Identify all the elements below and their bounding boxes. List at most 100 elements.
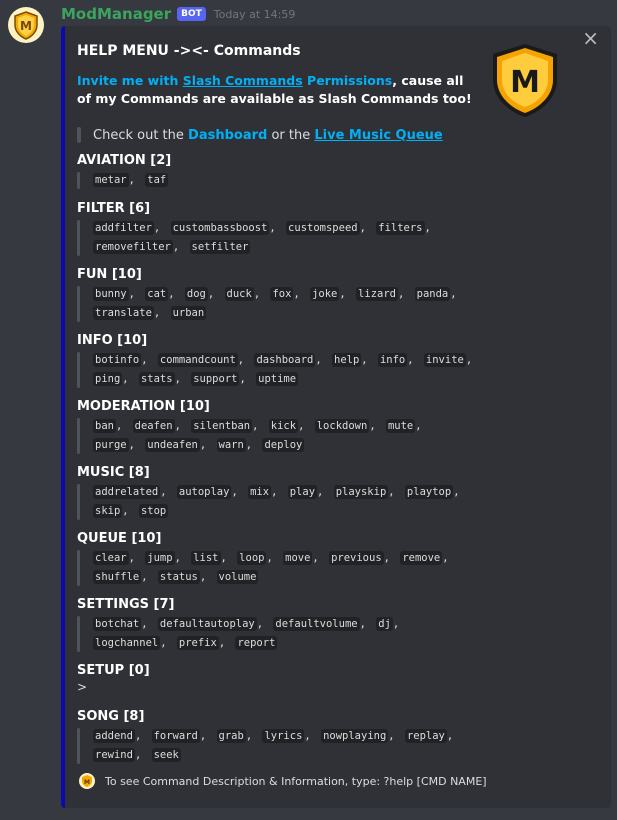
command-section: FUN [10] bunny, cat, dog, duck, fox, joke… (77, 267, 477, 323)
command-code: botchat (93, 617, 142, 631)
command-section: FILTER [6] addfilter, custombassboost, cu… (77, 201, 477, 257)
command-section: MODERATION [10] ban, deafen, silentban, k… (77, 399, 477, 455)
empty-section-text: > (77, 680, 88, 694)
command-list: addfilter, custombassboost, customspeed,… (77, 219, 477, 257)
quote-bar (77, 550, 80, 586)
command-code: uptime (256, 372, 299, 386)
embed-thumbnail: M (485, 40, 565, 120)
command-code: shuffle (93, 570, 142, 584)
quote-bar (77, 220, 80, 256)
svg-text:M: M (84, 779, 90, 786)
command-code: playtop (404, 485, 454, 499)
command-list: clear, jump, list, loop, move, previous,… (77, 549, 477, 587)
command-code: lockdown (314, 419, 370, 433)
command-section: SONG [8] addend, forward, grab, lyrics, n… (77, 709, 477, 765)
quote-bar (77, 352, 80, 388)
section-title: FUN [10] (77, 267, 142, 282)
slash-commands-link[interactable]: Slash Commands (183, 73, 303, 88)
command-code: prefix (176, 636, 219, 650)
command-list: ban, deafen, silentban, kick, lockdown, … (77, 417, 477, 455)
section-title: INFO [10] (77, 333, 148, 348)
section-title: FILTER [6] (77, 201, 151, 216)
live-music-queue-link[interactable]: Live Music Queue (314, 128, 442, 143)
command-list: botchat, defaultautoplay, defaultvolume,… (77, 615, 477, 653)
help-embed: × M HELP MENU -><- Commands Invite me wi… (61, 26, 611, 808)
command-code: botinfo (93, 353, 142, 367)
command-code: status (157, 570, 200, 584)
command-code: fox (270, 287, 294, 301)
command-code: joke (310, 287, 340, 301)
command-code: customspeed (286, 221, 360, 235)
command-list: metar, taf (77, 171, 477, 190)
command-code: volume (216, 570, 259, 584)
command-code: info (377, 353, 408, 367)
command-code: purge (93, 438, 129, 452)
footer-text: To see Command Description & Information… (105, 774, 487, 788)
command-code: undeafen (145, 438, 200, 452)
svg-text:M: M (510, 65, 540, 100)
section-title: MODERATION [10] (77, 399, 210, 414)
quote-bar (77, 127, 81, 143)
invite-text[interactable]: Invite me with (77, 73, 178, 88)
dashboard-quote: Check out the Dashboard or the Live Musi… (77, 127, 443, 143)
command-code: silentban (191, 419, 253, 433)
command-code: addrelated (93, 485, 161, 499)
command-code: addend (93, 729, 135, 743)
command-code: move (283, 551, 313, 565)
permissions-link[interactable]: Permissions (307, 73, 392, 88)
command-list: addend, forward, grab, lyrics, nowplayin… (77, 727, 477, 765)
quote-bar (77, 728, 80, 764)
command-code: lizard (356, 287, 398, 301)
command-section: QUEUE [10] clear, jump, list, loop, move,… (77, 531, 477, 587)
command-code: defaultautoplay (157, 617, 257, 631)
command-code: commandcount (157, 353, 238, 367)
command-code: forward (151, 729, 200, 743)
command-code: warn (216, 438, 246, 452)
section-title: SONG [8] (77, 709, 145, 724)
command-code: remove (400, 551, 443, 565)
command-code: panda (414, 287, 451, 301)
command-code: lyrics (262, 729, 305, 743)
section-title: MUSIC [8] (77, 465, 150, 480)
command-code: stop (138, 504, 169, 518)
quote-bar (77, 616, 80, 652)
command-code: support (191, 372, 240, 386)
command-code: stats (138, 372, 175, 386)
command-code: urban (170, 306, 207, 320)
dashboard-link[interactable]: Dashboard (188, 128, 267, 143)
command-section: INFO [10] botinfo, commandcount, dashboar… (77, 333, 477, 389)
command-list: botinfo, commandcount, dashboard, help, … (77, 351, 477, 389)
quote-bar (77, 484, 80, 520)
bot-tag: BOT (177, 7, 206, 21)
command-code: cat (145, 287, 169, 301)
command-code: duck (224, 287, 254, 301)
quote-bar (77, 286, 80, 322)
command-code: deafen (132, 419, 175, 433)
command-code: previous (329, 551, 384, 565)
username[interactable]: ModManager (61, 5, 171, 23)
close-icon[interactable]: × (582, 28, 599, 48)
command-list: bunny, cat, dog, duck, fox, joke, lizard… (77, 285, 477, 323)
command-code: dj (376, 617, 393, 631)
command-code: skip (93, 504, 123, 518)
section-title: QUEUE [10] (77, 531, 162, 546)
command-code: addfilter (93, 221, 154, 235)
quote-bar (77, 172, 80, 189)
command-code: setfilter (189, 240, 251, 254)
command-code: invite (423, 353, 466, 367)
bot-avatar[interactable]: M (8, 7, 44, 43)
command-code: bunny (93, 287, 129, 301)
command-code: replay (404, 729, 447, 743)
command-code: dashboard (254, 353, 316, 367)
command-code: removefilter (93, 240, 173, 254)
section-title: SETTINGS [7] (77, 597, 175, 612)
quote-mid: or the (271, 127, 311, 143)
command-code: mute (385, 419, 416, 433)
command-code: playskip (333, 485, 389, 499)
command-code: loop (237, 551, 267, 565)
command-code: dog (184, 287, 208, 301)
shield-logo-icon: M (493, 44, 557, 117)
command-code: list (191, 551, 221, 565)
quote-prefix: Check out the (93, 127, 184, 143)
command-list: addrelated, autoplay, mix, play, playski… (77, 483, 477, 521)
